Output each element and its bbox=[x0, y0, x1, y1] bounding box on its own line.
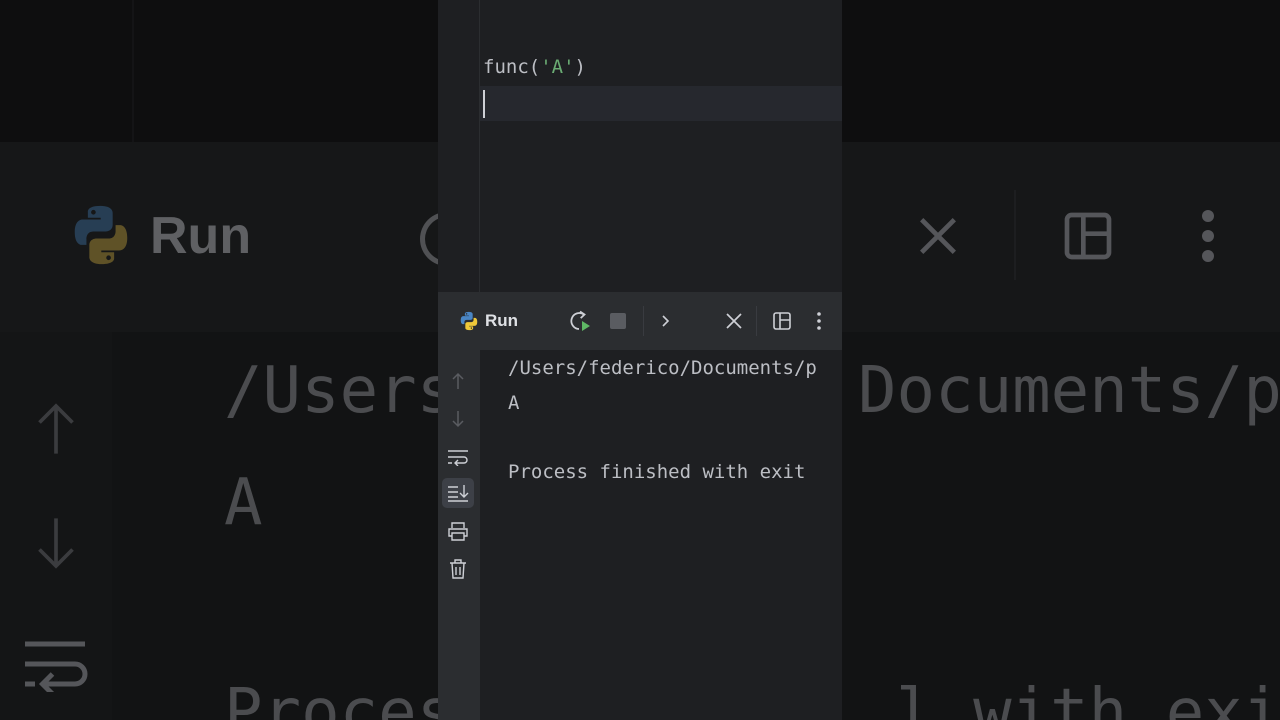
code-line[interactable]: func('A') bbox=[483, 56, 586, 78]
soft-wrap-button[interactable] bbox=[442, 442, 474, 472]
more-actions-button[interactable] bbox=[656, 310, 676, 332]
layout-icon bbox=[773, 312, 791, 330]
scroll-to-end-button[interactable] bbox=[442, 478, 474, 508]
background-path-left: /Users bbox=[224, 354, 456, 428]
background-path-right: Documents/p bbox=[858, 354, 1280, 428]
close-icon bbox=[726, 313, 742, 329]
arrow-up-icon bbox=[452, 372, 464, 389]
background-arrow-up-icon bbox=[38, 403, 74, 454]
background-process-right: l with exit bbox=[896, 676, 1280, 720]
console-line-process: Process finished with exit bbox=[508, 461, 806, 483]
background-layout-icon bbox=[1064, 212, 1112, 260]
background-run-label: Run bbox=[150, 207, 252, 265]
background-gutter-line bbox=[132, 0, 134, 142]
more-vertical-icon bbox=[817, 312, 821, 330]
console-output-area[interactable] bbox=[438, 350, 842, 720]
background-separator bbox=[1014, 190, 1016, 280]
background-more-icon bbox=[1202, 210, 1214, 262]
code-func: func( bbox=[483, 56, 541, 78]
current-line-highlight[interactable] bbox=[480, 86, 842, 121]
trash-icon bbox=[450, 559, 466, 579]
toolbar-separator bbox=[643, 306, 644, 336]
background-close-icon bbox=[920, 218, 956, 254]
chevron-right-icon bbox=[662, 315, 670, 327]
stop-icon bbox=[610, 313, 626, 329]
console-line-output: A bbox=[508, 392, 520, 414]
stop-button[interactable] bbox=[608, 311, 628, 331]
background-output-a: A bbox=[224, 466, 263, 540]
close-button[interactable] bbox=[722, 309, 746, 333]
toolbar-separator bbox=[756, 306, 757, 336]
arrow-down-icon bbox=[452, 411, 464, 428]
code-editor[interactable]: func('A') bbox=[438, 0, 842, 292]
layout-button[interactable] bbox=[770, 309, 794, 333]
print-button[interactable] bbox=[442, 516, 474, 546]
clear-all-button[interactable] bbox=[442, 554, 474, 584]
previous-occurrence-button[interactable] bbox=[442, 366, 474, 396]
console-line-path: /Users/federico/Documents/p bbox=[508, 357, 817, 379]
print-icon bbox=[448, 522, 468, 541]
background-arrow-down-icon bbox=[38, 518, 74, 569]
background-python-icon bbox=[74, 205, 128, 265]
next-occurrence-button[interactable] bbox=[442, 404, 474, 434]
rerun-icon bbox=[570, 310, 590, 331]
ide-panel: func('A') Run /Users/federico/Documents/… bbox=[438, 0, 842, 720]
code-string: 'A' bbox=[540, 56, 575, 78]
options-button[interactable] bbox=[810, 308, 828, 334]
scroll-to-end-icon bbox=[448, 485, 469, 502]
background-process-left: Proces bbox=[224, 676, 456, 720]
python-icon bbox=[460, 311, 478, 331]
code-close-paren: ) bbox=[574, 56, 586, 78]
run-tab-label[interactable]: Run bbox=[485, 311, 518, 331]
background-soft-wrap-icon bbox=[25, 641, 88, 692]
soft-wrap-icon bbox=[448, 450, 468, 466]
editor-gutter-line bbox=[479, 0, 480, 292]
text-caret bbox=[483, 90, 485, 118]
rerun-button[interactable] bbox=[566, 308, 594, 334]
